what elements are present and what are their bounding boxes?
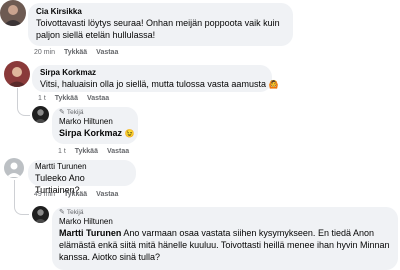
comment-text: Martti Turunen Ano varmaan osaa vastata … — [59, 227, 391, 263]
reply-button[interactable]: Vastaa — [107, 148, 129, 155]
timestamp[interactable]: 49 min — [34, 191, 55, 198]
author-badge-label: Tekijä — [66, 209, 84, 216]
reply-button[interactable]: Vastaa — [96, 191, 118, 198]
mention-link[interactable]: Sirpa Korkmaz — [59, 128, 122, 138]
pen-icon: ✎ — [59, 209, 65, 216]
comment-bubble: Cia Kirsikka Toivottavasti löytys seuraa… — [28, 3, 293, 46]
author-badge: ✎ Tekijä — [59, 209, 391, 217]
comment-text-body: Vitsi, haluaisin olla jo siellä, mutta t… — [40, 79, 266, 89]
comment-author[interactable]: Marko Hiltunen — [59, 117, 131, 127]
like-button[interactable]: Tykkää — [64, 49, 87, 56]
timestamp[interactable]: 20 min — [34, 49, 55, 56]
like-button[interactable]: Tykkää — [75, 148, 98, 155]
pen-icon: ✎ — [59, 109, 65, 116]
avatar[interactable] — [32, 206, 49, 223]
reply-button[interactable]: Vastaa — [87, 95, 109, 102]
comment-author[interactable]: Marko Hiltunen — [59, 217, 391, 227]
author-badge: ✎ Tekijä — [59, 109, 131, 117]
author-badge-label: Tekijä — [66, 109, 84, 116]
timestamp[interactable]: 1 t — [38, 95, 46, 102]
comment-author[interactable]: Sirpa Korkmaz — [40, 68, 264, 78]
reply-bubble: ✎ Tekijä Marko Hiltunen Sirpa Korkmaz 😉 — [52, 107, 138, 144]
like-button[interactable]: Tykkää — [64, 191, 87, 198]
comment-bubble: Sirpa Korkmaz Vitsi, haluaisin olla jo s… — [32, 65, 278, 92]
comment-bubble: Martti Turunen Tuleeko Ano Turtiainen? — [28, 160, 136, 195]
avatar[interactable] — [4, 158, 24, 178]
reply-thread-line — [17, 88, 30, 116]
reply-bubble: ✎ Tekijä Marko Hiltunen Martti Turunen An… — [52, 207, 398, 270]
reply-thread-line — [14, 180, 29, 215]
reply-button[interactable]: Vastaa — [96, 49, 118, 56]
like-button[interactable]: Tykkää — [55, 95, 78, 102]
comment-author[interactable]: Martti Turunen — [35, 162, 129, 172]
timestamp[interactable]: 1 t — [58, 148, 66, 155]
comment-actions: 1 t Tykkää Vastaa — [58, 147, 136, 156]
mention-link[interactable]: Martti Turunen — [59, 228, 121, 238]
comment-text: Sirpa Korkmaz 😉 — [59, 127, 135, 140]
avatar[interactable] — [4, 61, 30, 87]
comment-text: Toivottavasti löytys seuraa! Onhan meijä… — [36, 18, 280, 40]
avatar[interactable] — [0, 0, 26, 26]
emoji: 🙆 — [268, 80, 279, 89]
avatar[interactable] — [32, 106, 49, 123]
comment-actions: 1 t Tykkää Vastaa — [38, 94, 116, 103]
emoji: 😉 — [124, 129, 135, 138]
comment-text: Vitsi, haluaisin olla jo siellä, mutta t… — [40, 78, 278, 91]
comment-author[interactable]: Cia Kirsikka — [36, 7, 285, 17]
comment-actions: 20 min Tykkää Vastaa — [34, 48, 125, 57]
comment-actions: 49 min Tykkää Vastaa — [34, 190, 125, 199]
